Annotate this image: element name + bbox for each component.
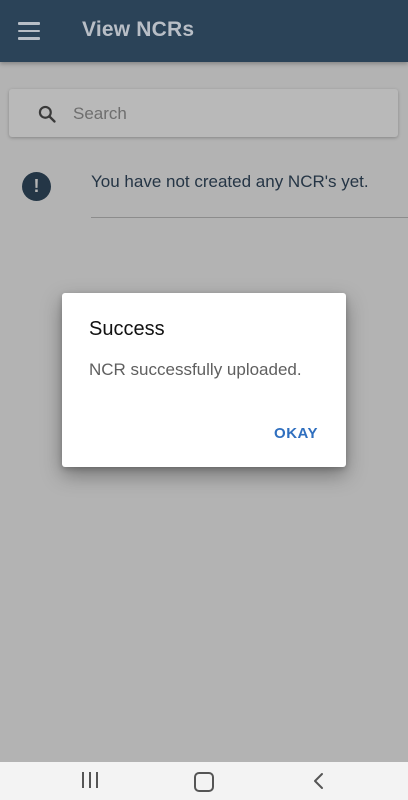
okay-button[interactable]: OKAY [268, 423, 324, 444]
home-icon[interactable] [194, 772, 214, 792]
search-icon [38, 105, 56, 123]
search-bar[interactable] [9, 89, 398, 137]
recents-icon[interactable] [80, 772, 100, 790]
back-icon[interactable] [311, 771, 327, 791]
system-nav-bar [0, 762, 408, 800]
search-input[interactable] [71, 99, 375, 129]
success-dialog: Success NCR successfully uploaded. OKAY [62, 293, 346, 467]
dialog-message: NCR successfully uploaded. [89, 360, 302, 379]
empty-state-message: You have not created any NCR's yet. [91, 172, 369, 191]
page-title: View NCRs [82, 18, 195, 41]
app-bar: View NCRs [0, 0, 408, 62]
exclamation-circle-icon: ! [22, 172, 51, 201]
hamburger-menu-icon[interactable] [18, 19, 44, 43]
divider [91, 217, 408, 218]
dialog-title: Success [89, 318, 165, 340]
